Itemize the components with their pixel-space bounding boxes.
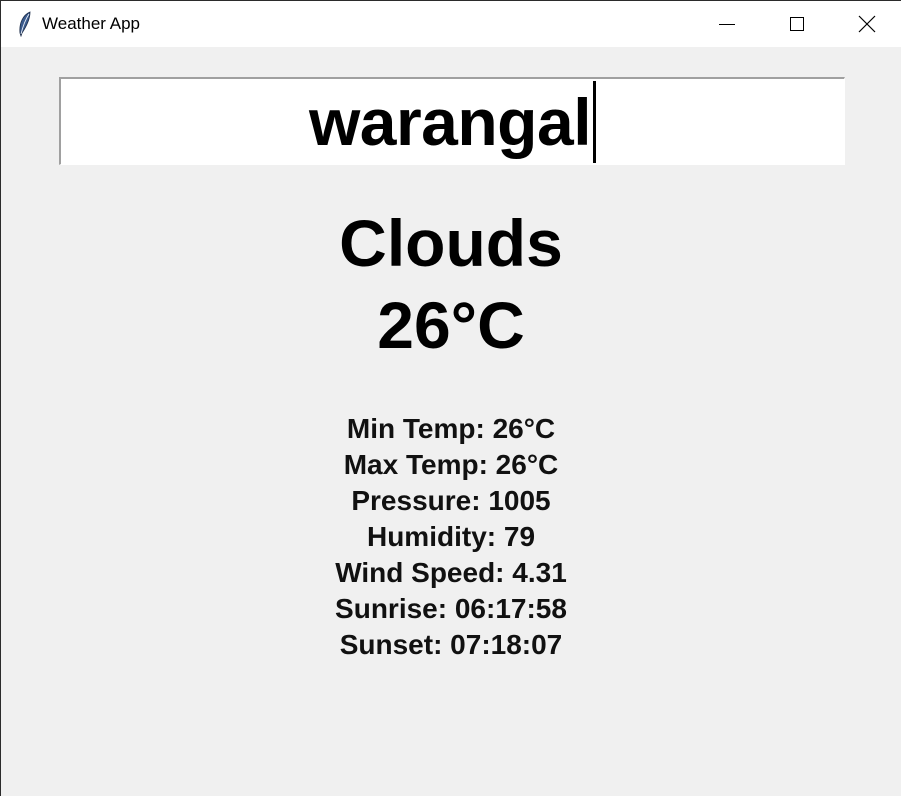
wind-speed-label: Wind Speed: 4.31 <box>335 557 567 588</box>
weather-condition: Clouds <box>339 206 563 280</box>
feather-icon <box>19 11 31 37</box>
close-button[interactable] <box>832 1 901 47</box>
sunset-label: Sunset: 07:18:07 <box>339 629 563 660</box>
app-window: Weather App warangal Clouds 26°C Min Tem… <box>0 0 901 796</box>
minimize-icon <box>719 23 735 25</box>
weather-details: Min Temp: 26°C Max Temp: 26°C Pressure: … <box>1 411 901 663</box>
city-input-value: warangal <box>308 84 592 159</box>
text-caret <box>593 80 597 163</box>
minimize-button[interactable] <box>692 1 762 47</box>
city-search-input[interactable]: warangal <box>59 77 845 165</box>
window-title: Weather App <box>42 14 140 33</box>
title-bar[interactable]: Weather App <box>1 1 901 47</box>
sunrise-label: Sunrise: 06:17:58 <box>335 593 567 624</box>
current-temperature: 26°C <box>377 288 525 362</box>
max-temp-label: Max Temp: 26°C <box>343 449 559 480</box>
humidity-label: Humidity: 79 <box>366 521 536 552</box>
close-icon <box>858 15 876 33</box>
maximize-icon <box>790 17 804 31</box>
pressure-label: Pressure: 1005 <box>351 485 551 516</box>
min-temp-label: Min Temp: 26°C <box>346 413 556 444</box>
maximize-button[interactable] <box>762 1 832 47</box>
